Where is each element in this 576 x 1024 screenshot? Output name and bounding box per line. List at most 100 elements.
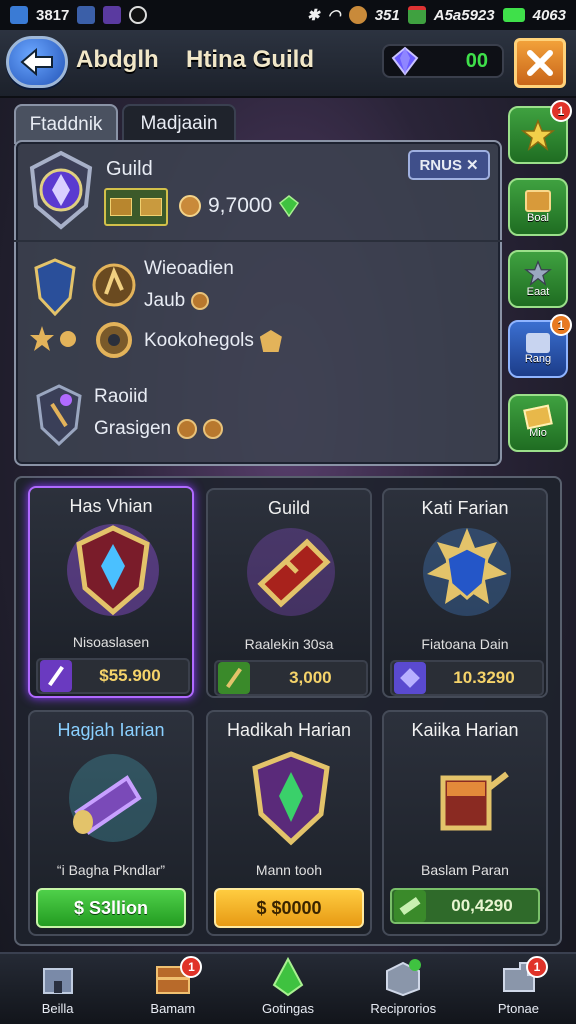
tab-madjaain[interactable]: Madjaain: [122, 104, 236, 144]
shop-card[interactable]: Kaiika Harian Baslam Paran 00,4290: [382, 710, 548, 936]
shop-card[interactable]: Hagjah Iarian “i Bagha Pkndlar” $ S3llio…: [28, 710, 194, 936]
side-button-label: Boal: [526, 212, 550, 224]
side-button-label: Eaat: [526, 286, 550, 298]
notification-badge: 1: [526, 956, 549, 978]
app-icon: [10, 6, 28, 24]
status-right-b: A5a5923: [433, 6, 495, 24]
treasure-icon: [525, 190, 551, 212]
crate-icon: [386, 959, 422, 997]
card-title: Hadikah Harian: [226, 720, 352, 740]
gift-icon: [407, 6, 426, 24]
scroll-icon: [526, 333, 550, 353]
shop-card[interactable]: Guild Raalekin 30sa 3,000: [206, 488, 372, 698]
shop-card[interactable]: Has Vhian Nisoaslasen $55.900: [28, 486, 194, 698]
badge-icon: [259, 330, 282, 352]
nav-label: Bamam: [150, 1001, 196, 1016]
card-title: Kaiika Harian: [411, 720, 519, 740]
scroll-icon: [394, 890, 426, 922]
close-icon: [527, 50, 553, 76]
chest-icon: [110, 198, 132, 216]
notification-badge: 1: [550, 314, 572, 336]
price-bar: $55.900: [36, 658, 190, 694]
notification-icon: [129, 6, 148, 24]
notification-badge: 1: [550, 100, 572, 122]
side-button-label: Rang: [524, 353, 552, 365]
info-line-1: Wieoadien: [144, 258, 234, 279]
nav-item-beilla[interactable]: Beilla: [0, 954, 115, 1024]
guild-header-row: Guild RNUS ✕ 9,7000: [14, 140, 502, 242]
shop-card[interactable]: Hadikah Harian Mann tooh $ $0000: [206, 710, 372, 936]
status-bar: 3817 ✱ ◠ 351 A5a5923 4063: [0, 0, 576, 30]
back-button[interactable]: [6, 36, 68, 88]
tab-ftaddnik[interactable]: Ftaddnik: [14, 104, 118, 144]
bonus-label: RNUS: [419, 156, 462, 174]
side-button-boal[interactable]: Boal: [508, 178, 568, 236]
card-title: Kati Farian: [421, 498, 509, 518]
nav-item-gotingas[interactable]: Gotingas: [230, 954, 345, 1024]
side-button-rang[interactable]: Rang 1: [508, 314, 572, 378]
bottom-nav: Beilla Bamam 1 Gotingas Reciprorios Pton…: [0, 952, 576, 1024]
crest-icon: [36, 384, 82, 446]
star-icon: [521, 119, 555, 151]
buy-button[interactable]: $ S3llion: [36, 888, 186, 928]
info-line-2-text: Jaub: [144, 290, 186, 311]
nav-label: Gotingas: [261, 1001, 315, 1016]
bonus-badge[interactable]: RNUS ✕: [408, 150, 490, 180]
card-subtitle: Raalekin 30sa: [244, 636, 334, 652]
nav-item-reciprorios[interactable]: Reciprorios: [346, 954, 461, 1024]
info-line-3: Kookohegols: [144, 330, 282, 352]
coin-icon: [177, 419, 198, 439]
info-line-2: Jaub: [144, 290, 210, 312]
gold-value: 9,7000: [208, 194, 273, 217]
crest-icon: [252, 751, 330, 846]
gem-icon: [394, 662, 426, 694]
info-line-5-text: Grasigen: [94, 418, 172, 439]
coin-icon: [203, 419, 224, 439]
horse-emblem-icon: [92, 263, 136, 307]
notification-badge: 1: [180, 956, 203, 978]
notification-icon: [77, 6, 96, 24]
sword-icon: ✕: [465, 157, 479, 174]
price-bar[interactable]: 00,4290: [390, 888, 540, 924]
side-button-favorites[interactable]: 1: [508, 100, 572, 164]
star-icon: [30, 326, 76, 351]
status-left-text: 3817: [36, 6, 70, 24]
side-button-label: Mio: [529, 427, 547, 439]
gold-amount: 9,7000: [178, 194, 300, 218]
wifi-icon: ◠: [327, 7, 341, 24]
leaf-icon: [272, 957, 304, 997]
status-right-a: 351: [374, 6, 400, 24]
card-title: Hagjah Iarian: [57, 720, 165, 740]
card-price: 3,000: [284, 668, 332, 687]
close-button[interactable]: [514, 38, 566, 88]
nav-label: Beilla: [41, 1001, 74, 1016]
currency-display[interactable]: 00: [382, 44, 504, 78]
sword-icon: [218, 662, 250, 694]
shield-icon: [423, 528, 511, 616]
crest-icon: [67, 524, 159, 616]
wand-icon: [40, 660, 72, 692]
gear-icon: [96, 322, 132, 358]
shop-card[interactable]: Kati Farian Fiatoana Dain 10.3290: [382, 488, 548, 698]
tome-icon: [247, 528, 335, 616]
bluetooth-icon: ✱: [307, 7, 320, 24]
gem-icon: [391, 46, 419, 76]
card-price: $55.900: [99, 666, 161, 685]
ticket-icon: [523, 404, 553, 430]
card-price: 00,4290: [451, 896, 513, 915]
card-subtitle: Nisoaslasen: [72, 634, 150, 650]
coin-icon: [348, 6, 367, 24]
nav-item-ptonae[interactable]: Ptonae 1: [461, 954, 576, 1024]
buy-button[interactable]: $ $0000: [214, 888, 364, 928]
nav-label: Reciprorios: [370, 1001, 437, 1016]
notification-icon: [103, 6, 122, 24]
card-price: 10.3290: [453, 668, 515, 687]
arrow-left-icon: [20, 47, 53, 77]
nav-item-bamam[interactable]: Bamam 1: [115, 954, 230, 1024]
page-title-left: Abdglh: [76, 46, 159, 73]
side-button-mio[interactable]: Mio: [508, 394, 568, 452]
side-button-eaat[interactable]: Eaat: [508, 250, 568, 308]
info-line-4: Raoiid: [94, 386, 148, 407]
star-icon: [524, 260, 552, 286]
guild-label: Guild: [106, 158, 153, 180]
